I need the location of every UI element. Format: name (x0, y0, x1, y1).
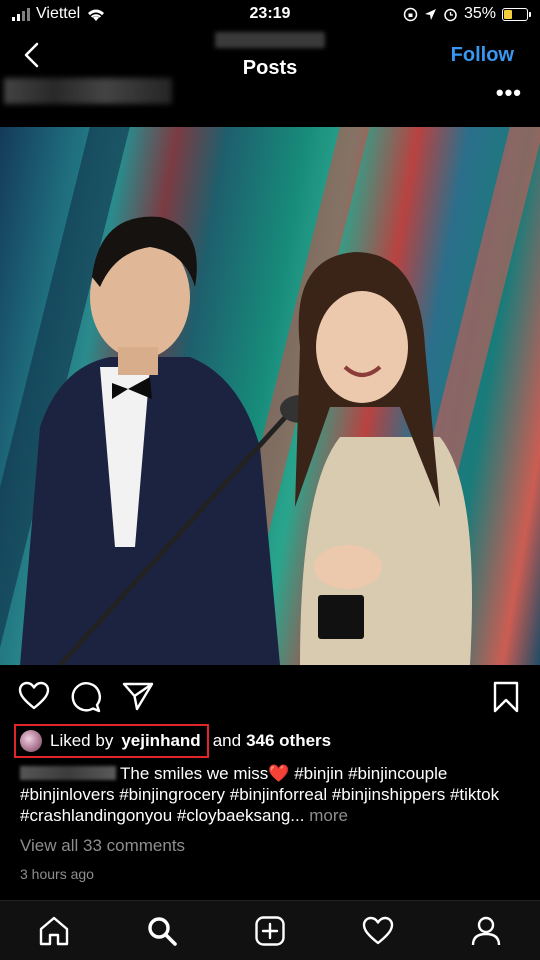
bookmark-icon[interactable] (492, 681, 520, 713)
tab-profile[interactable] (466, 911, 506, 951)
heart-emoji: ❤️ (268, 764, 290, 783)
post-photo[interactable] (0, 127, 540, 665)
more-options-icon[interactable]: ••• (496, 80, 522, 106)
post-action-bar (0, 675, 540, 719)
photo-people-illustration (20, 216, 472, 665)
battery-fill (504, 9, 512, 19)
tab-add-post[interactable] (250, 911, 290, 951)
bottom-tab-bar (0, 900, 540, 960)
caption-text: The smiles we miss (120, 764, 269, 783)
search-icon (148, 916, 177, 946)
liker-avatar[interactable] (20, 730, 42, 752)
add-post-icon (255, 915, 285, 946)
blurred-author-header[interactable] (4, 78, 172, 104)
battery-icon (502, 7, 531, 21)
likes-others-link[interactable]: 346 others (246, 731, 331, 751)
likes-row[interactable]: Liked by yejinhand and 346 others (14, 724, 331, 758)
share-icon[interactable] (122, 681, 154, 711)
activity-heart-icon (362, 916, 394, 944)
caption-more-link[interactable]: more (309, 806, 348, 825)
likes-and-label: and (212, 731, 242, 750)
blurred-username (215, 32, 325, 48)
liked-by-highlight[interactable]: Liked by yejinhand (14, 724, 209, 758)
liked-by-label: Liked by (50, 731, 114, 750)
post-caption: The smiles we miss❤️ #binjin #binjincoup… (20, 763, 520, 826)
like-heart-icon[interactable] (18, 681, 50, 711)
status-bar: Viettel 23:19 35% (0, 0, 540, 28)
clock: 23:19 (249, 5, 291, 22)
post-timestamp: 3 hours ago (20, 866, 94, 882)
tab-activity[interactable] (358, 911, 398, 951)
liker-username[interactable]: yejinhand (121, 731, 200, 751)
comment-icon[interactable] (70, 681, 102, 713)
tab-search[interactable] (142, 911, 182, 951)
tab-home[interactable] (34, 911, 74, 951)
nav-bar: Posts Follow (0, 28, 540, 84)
view-comments-link[interactable]: View all 33 comments (20, 836, 185, 856)
follow-button[interactable]: Follow (451, 44, 514, 67)
home-icon (39, 916, 69, 945)
profile-icon (471, 916, 501, 945)
post-header: ••• (0, 78, 540, 124)
blurred-caption-username[interactable] (20, 766, 116, 780)
